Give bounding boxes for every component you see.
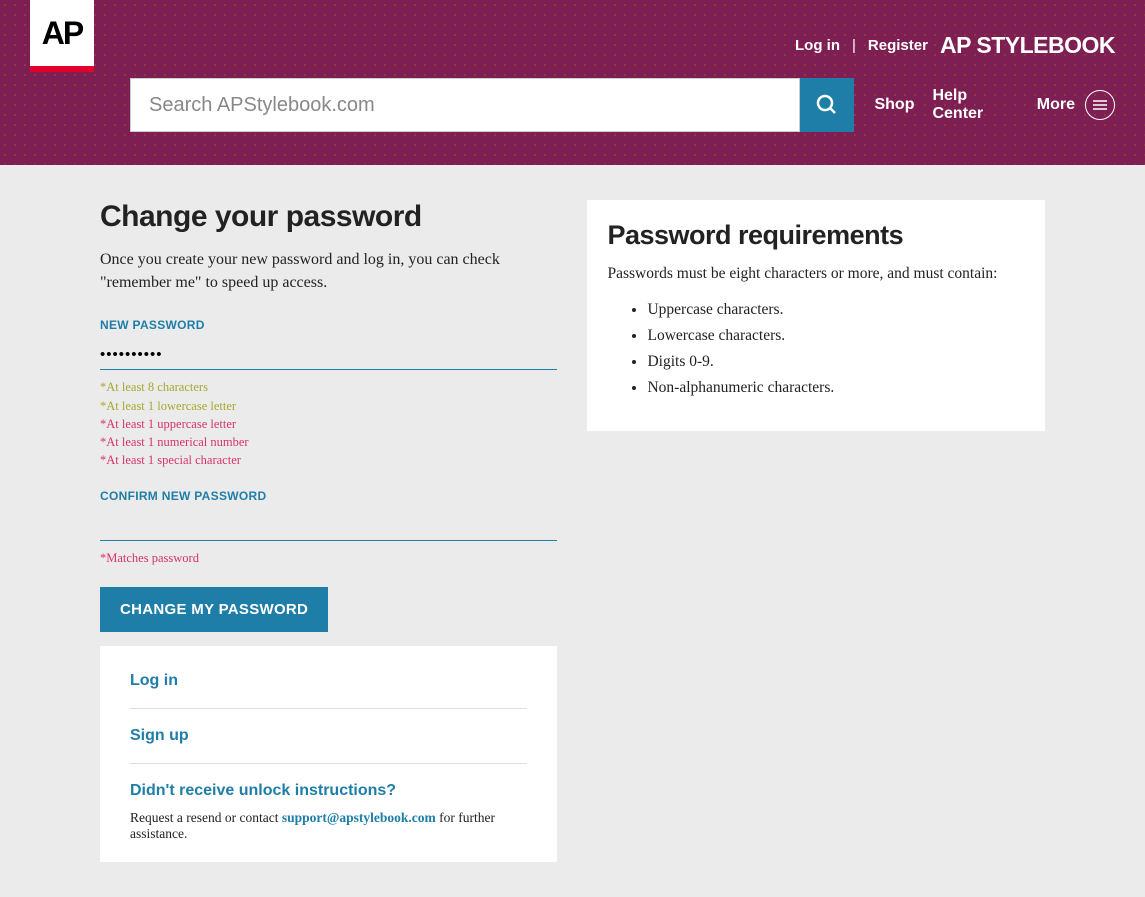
req-digits: Digits 0-9. <box>647 349 1025 375</box>
req-lowercase: Lowercase characters. <box>647 323 1025 349</box>
confirm-hints: *Matches password <box>100 549 557 567</box>
register-link[interactable]: Register <box>868 37 928 54</box>
unlock-subtext: Request a resend or contact support@apst… <box>130 810 527 842</box>
search-icon <box>815 93 839 117</box>
hamburger-icon <box>1085 90 1115 120</box>
auth-links-box: Log in Sign up Didn't receive unlock ins… <box>100 646 557 862</box>
requirements-title: Password requirements <box>607 220 1025 251</box>
signup-box-link[interactable]: Sign up <box>130 727 527 745</box>
ap-logo-text: AP <box>30 0 94 66</box>
main-container: Change your password Once you create you… <box>100 165 1045 897</box>
req-nonalpha: Non-alphanumeric characters. <box>647 375 1025 401</box>
confirm-password-input[interactable] <box>100 509 557 541</box>
password-hints: *At least 8 characters *At least 1 lower… <box>100 378 557 469</box>
form-column: Change your password Once you create you… <box>100 200 557 862</box>
unlock-item: Didn't receive unlock instructions? Requ… <box>130 764 527 842</box>
unlock-box-link[interactable]: Didn't receive unlock instructions? <box>130 782 527 800</box>
requirements-list: Uppercase characters. Lowercase characte… <box>607 297 1025 401</box>
search-box <box>130 78 854 132</box>
search-row: Shop Help Center More <box>130 78 1115 132</box>
hint-uppercase: *At least 1 uppercase letter <box>100 415 557 433</box>
unlock-prefix: Request a resend or contact <box>130 810 282 825</box>
hint-match: *Matches password <box>100 549 557 567</box>
search-input[interactable] <box>130 78 800 132</box>
more-menu[interactable]: More <box>1037 90 1115 120</box>
change-password-button[interactable]: CHANGE MY PASSWORD <box>100 587 328 632</box>
search-button[interactable] <box>800 78 854 132</box>
requirements-intro: Passwords must be eight characters or mo… <box>607 265 1025 283</box>
req-uppercase: Uppercase characters. <box>647 297 1025 323</box>
confirm-password-label: CONFIRM NEW PASSWORD <box>100 489 557 503</box>
new-password-input[interactable] <box>100 338 557 370</box>
brand-title: AP STYLEBOOK <box>940 32 1115 59</box>
login-item: Log in <box>130 654 527 709</box>
login-link[interactable]: Log in <box>795 37 840 54</box>
help-center-link[interactable]: Help Center <box>932 87 1018 123</box>
shop-link[interactable]: Shop <box>874 96 914 114</box>
ap-logo[interactable]: AP <box>30 0 94 72</box>
hint-length: *At least 8 characters <box>100 378 557 396</box>
hint-lowercase: *At least 1 lowercase letter <box>100 397 557 415</box>
page-title: Change your password <box>100 200 557 234</box>
header: AP Log in | Register AP STYLEBOOK Shop H… <box>0 0 1145 165</box>
signup-item: Sign up <box>130 709 527 764</box>
new-password-label: NEW PASSWORD <box>100 318 557 332</box>
divider: | <box>852 37 856 54</box>
top-links: Log in | Register AP STYLEBOOK <box>795 32 1115 59</box>
hint-number: *At least 1 numerical number <box>100 433 557 451</box>
requirements-panel: Password requirements Passwords must be … <box>587 200 1045 431</box>
nav-links: Shop Help Center More <box>874 87 1115 123</box>
more-label: More <box>1037 96 1075 114</box>
ap-logo-bar <box>30 66 94 72</box>
support-email-link[interactable]: support@apstylebook.com <box>282 810 436 825</box>
login-box-link[interactable]: Log in <box>130 672 527 690</box>
hint-special: *At least 1 special character <box>100 451 557 469</box>
intro-text: Once you create your new password and lo… <box>100 248 557 294</box>
